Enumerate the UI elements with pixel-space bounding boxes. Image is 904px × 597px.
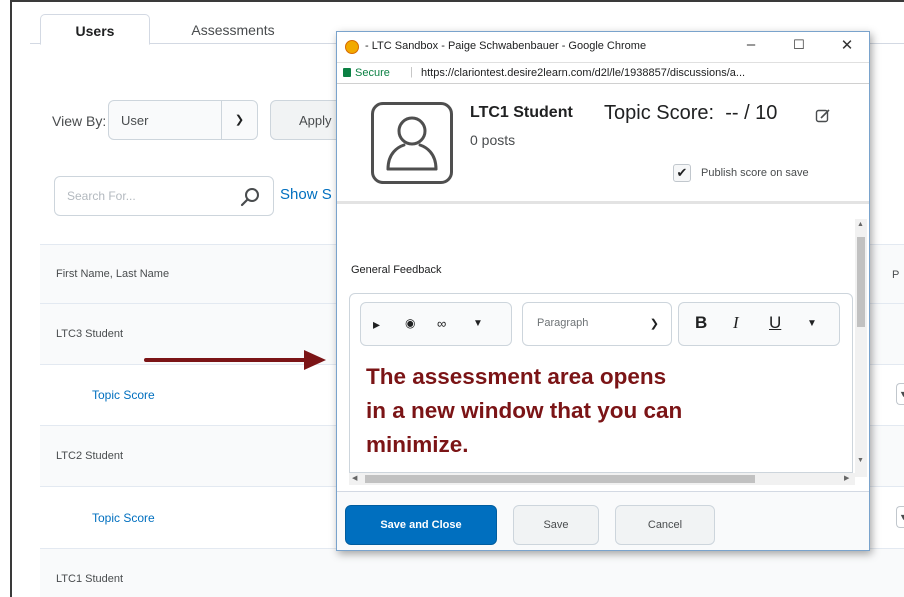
publish-label: Publish score on save <box>701 167 809 179</box>
search-input[interactable]: Search For... <box>54 176 274 216</box>
underline-icon[interactable]: U <box>769 313 781 333</box>
scroll-right-icon[interactable]: ▶ <box>844 474 849 482</box>
chevron-down-icon[interactable]: ▼ <box>896 506 904 528</box>
bold-icon[interactable]: B <box>695 313 707 333</box>
tab-assessments[interactable]: Assessments <box>158 14 308 45</box>
score-value[interactable]: -- / 10 <box>725 102 777 124</box>
scrollbar-thumb[interactable] <box>857 237 865 327</box>
close-icon[interactable]: ✕ <box>837 36 857 54</box>
student-name: LTC1 Student <box>56 572 124 585</box>
horizontal-scrollbar[interactable]: ◀ ▶ <box>349 473 855 485</box>
address-separator: | <box>410 66 413 78</box>
address-bar[interactable]: Secure | https://clariontest.desire2lear… <box>337 62 869 84</box>
scrollbar-thumb[interactable] <box>365 475 755 483</box>
annotation-text: The assessment area opens in a new windo… <box>366 360 846 462</box>
minimize-icon[interactable]: – <box>741 36 761 53</box>
general-feedback-label: General Feedback <box>351 264 442 276</box>
scroll-left-icon[interactable]: ◀ <box>352 474 357 482</box>
arrow-right-icon <box>144 350 326 370</box>
tab-users[interactable]: Users <box>40 14 150 45</box>
italic-icon[interactable]: I <box>733 313 739 333</box>
scroll-up-icon[interactable]: ▲ <box>857 221 864 228</box>
chevron-down-icon: ❯ <box>221 101 257 139</box>
chrome-icon <box>345 40 359 54</box>
vertical-scrollbar[interactable]: ▲ ▼ <box>855 219 867 477</box>
camera-icon[interactable]: ◉ <box>405 316 415 330</box>
posts-count: 0 posts <box>470 132 516 148</box>
publish-checkbox[interactable]: ✔ <box>673 164 691 182</box>
avatar <box>371 102 453 184</box>
scroll-down-icon[interactable]: ▼ <box>857 457 864 464</box>
maximize-icon[interactable]: ☐ <box>789 37 809 53</box>
topic-score: Topic Score: -- / 10 <box>604 102 777 125</box>
column-header-name: First Name, Last Name <box>56 268 170 280</box>
lock-icon <box>343 68 351 77</box>
chevron-down-icon[interactable]: ▼ <box>896 383 904 405</box>
view-by-label: View By: <box>52 113 107 129</box>
annotation-line: The assessment area opens <box>366 364 667 389</box>
show-search-options-link[interactable]: Show S <box>280 186 332 203</box>
save-button[interactable]: Save <box>513 505 599 545</box>
paragraph-select[interactable]: Paragraph ❯ <box>522 302 672 346</box>
chevron-down-icon[interactable]: ▼ <box>807 318 817 329</box>
student-name: LTC1 Student <box>470 104 573 121</box>
paragraph-value: Paragraph <box>537 317 589 329</box>
window-titlebar[interactable]: - LTC Sandbox - Paige Schwabenbauer - Go… <box>337 32 869 62</box>
assessment-popup-window: - LTC Sandbox - Paige Schwabenbauer - Go… <box>336 31 870 551</box>
student-profile-header: LTC1 Student 0 posts Topic Score: -- / 1… <box>337 84 869 204</box>
column-header-partial: P <box>892 269 900 281</box>
topic-score-link[interactable]: Topic Score <box>92 511 155 525</box>
search-icon[interactable] <box>239 186 261 208</box>
search-placeholder: Search For... <box>67 189 136 203</box>
table-row: LTC1 Student <box>40 549 904 597</box>
annotation-line: in a new window that you can <box>366 398 683 423</box>
cancel-button[interactable]: Cancel <box>615 505 715 545</box>
annotation-line: minimize. <box>366 432 469 457</box>
insert-toolbar-group: ▸ ◉ ∞ ▼ <box>360 302 512 346</box>
popup-footer: Save and Close Save Cancel <box>337 491 869 550</box>
topic-score-label: Topic Score: <box>604 102 715 124</box>
video-icon[interactable]: ▸ <box>373 316 380 333</box>
window-title: - LTC Sandbox - Paige Schwabenbauer - Go… <box>365 40 647 52</box>
chevron-down-icon: ❯ <box>649 318 659 330</box>
view-by-select[interactable]: User ❯ <box>108 100 258 140</box>
chevron-down-icon[interactable]: ▼ <box>473 318 483 329</box>
secure-label: Secure <box>355 67 390 79</box>
student-name: LTC3 Student <box>56 328 124 340</box>
user-avatar-icon <box>386 116 438 171</box>
url-text: https://clariontest.desire2learn.com/d2l… <box>421 67 746 79</box>
view-by-value: User <box>121 113 149 128</box>
pencil-icon[interactable] <box>815 108 831 124</box>
format-toolbar-group: B I U ▼ <box>678 302 840 346</box>
link-icon[interactable]: ∞ <box>437 316 446 331</box>
student-name: LTC2 Student <box>56 450 124 462</box>
topic-score-link[interactable]: Topic Score <box>92 388 155 402</box>
save-and-close-button[interactable]: Save and Close <box>345 505 497 545</box>
